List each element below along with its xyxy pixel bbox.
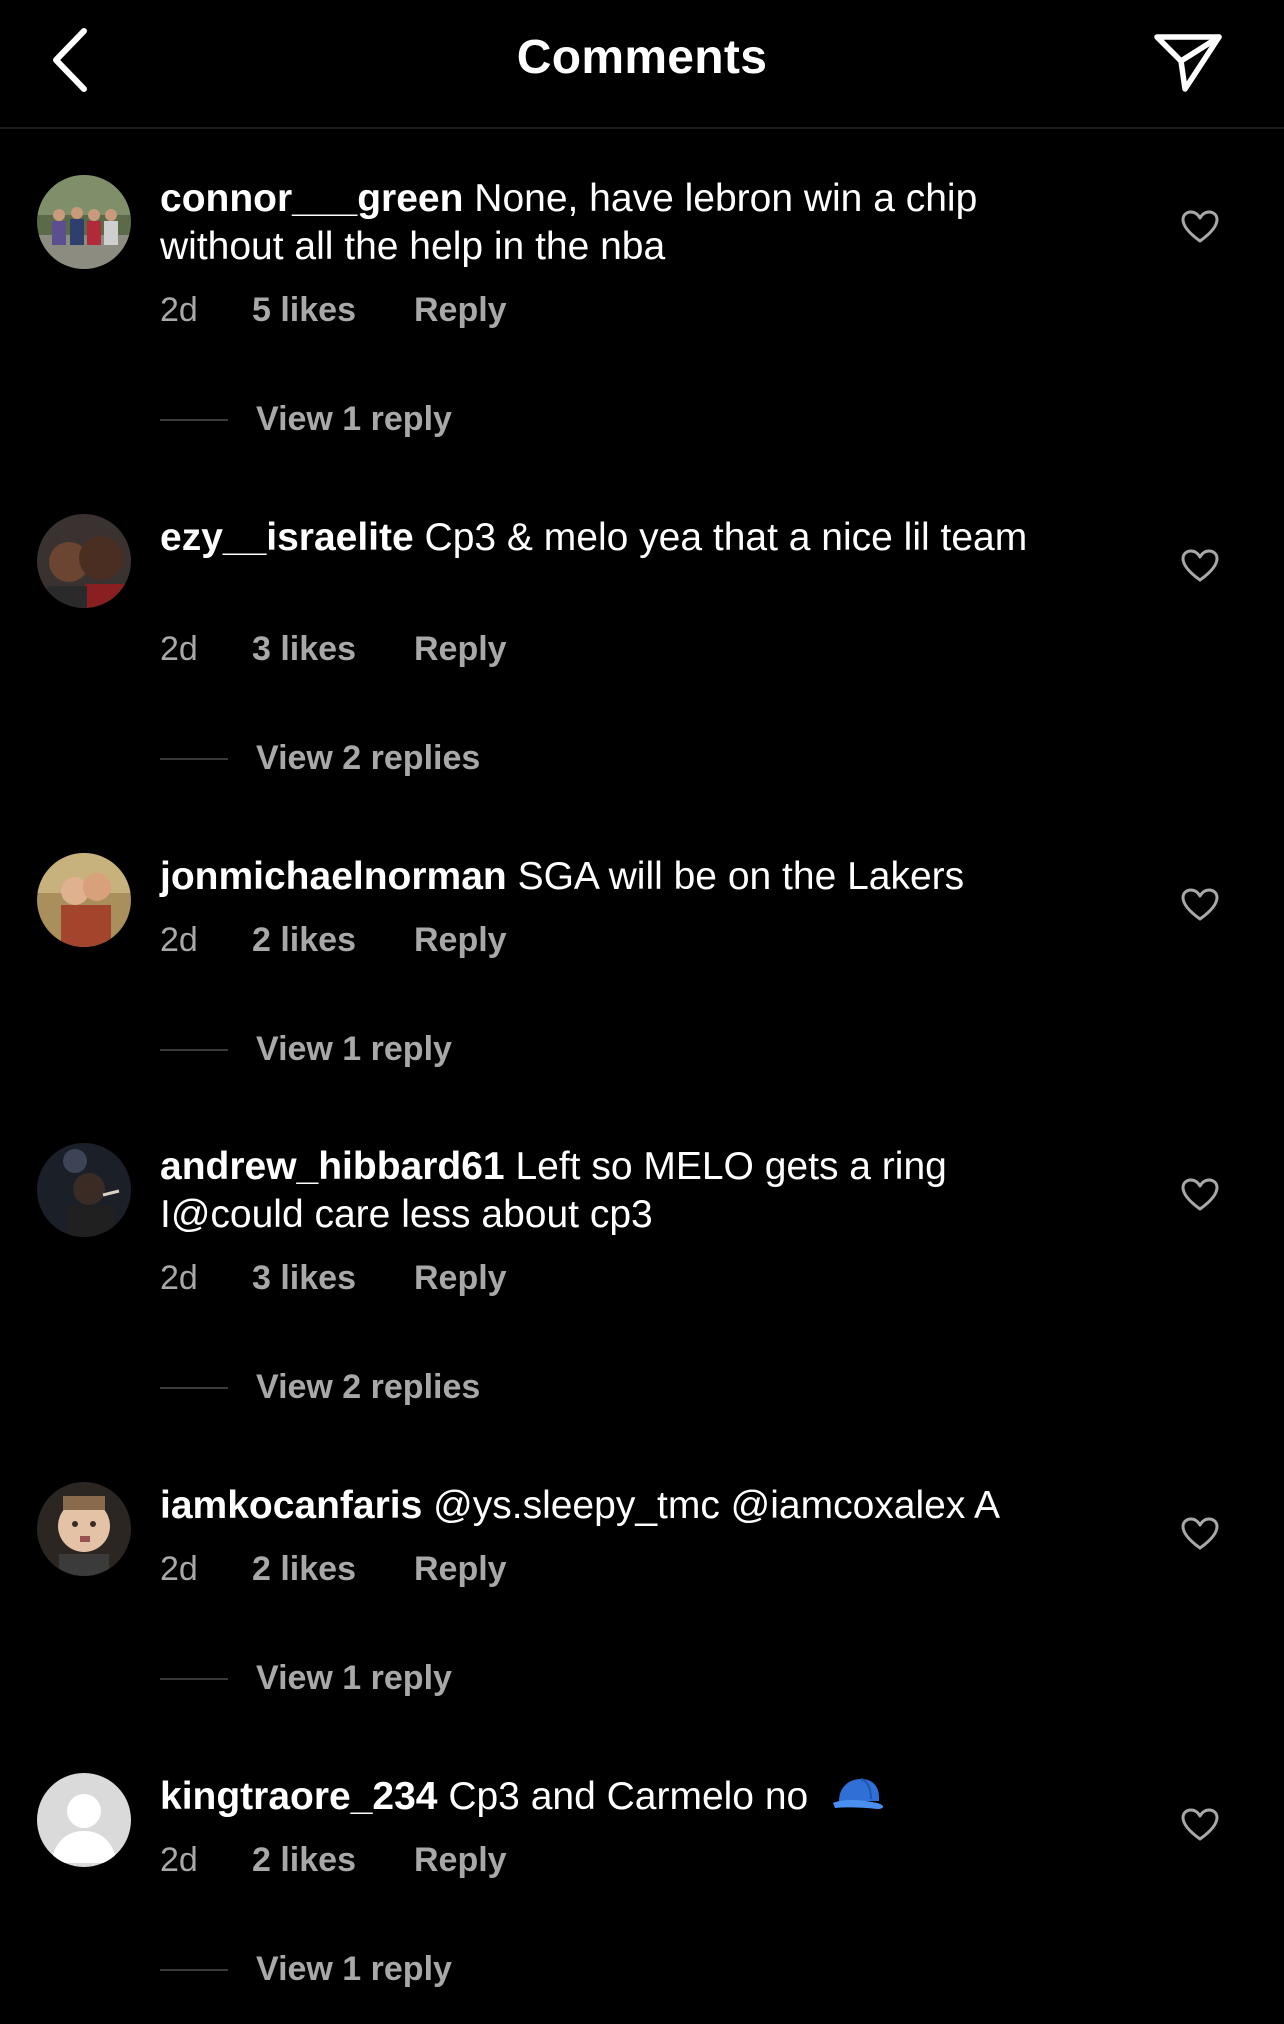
reply-button[interactable]: Reply [414, 630, 507, 669]
heart-icon [1181, 1178, 1219, 1217]
comment-content: SGA will be on the Lakers [517, 855, 965, 898]
comment-time: 2d [160, 1841, 198, 1879]
like-button[interactable] [1176, 885, 1224, 929]
heart-icon [1181, 1517, 1219, 1556]
comment-time: 2d [160, 1259, 198, 1297]
comment-meta: 2d 3 likes Reply [160, 630, 507, 669]
heart-icon [1181, 549, 1219, 588]
reply-button[interactable]: Reply [414, 1841, 507, 1880]
comment-meta: 2d 3 likes Reply [160, 1259, 507, 1298]
comment-content: Cp3 and Carmelo no [448, 1775, 809, 1818]
avatar[interactable] [37, 1482, 131, 1576]
header-bar: Comments [0, 0, 1284, 129]
comment-meta: 2d 2 likes Reply [160, 1550, 507, 1589]
like-button[interactable] [1176, 207, 1224, 251]
comment-text: connor___green None, have lebron win a c… [160, 175, 1090, 271]
view-replies-button[interactable]: View 1 reply [160, 1659, 452, 1698]
comment-time: 2d [160, 630, 198, 668]
comment-username[interactable]: ezy__israelite [160, 516, 414, 559]
comment-likes[interactable]: 3 likes [252, 630, 414, 669]
comment-likes[interactable]: 5 likes [252, 291, 414, 330]
avatar[interactable] [37, 1143, 131, 1237]
comment-likes[interactable]: 2 likes [252, 1841, 414, 1880]
comment-meta: 2d 5 likes Reply [160, 291, 507, 330]
like-button[interactable] [1176, 1805, 1224, 1849]
comment-time: 2d [160, 921, 198, 959]
comment-text: kingtraore_234 Cp3 and Carmelo no [160, 1773, 1090, 1823]
view-replies-label: View 1 reply [256, 1030, 452, 1068]
divider [160, 1968, 228, 1971]
blue-cap-emoji-icon [831, 1775, 887, 1823]
view-replies-label: View 2 replies [256, 739, 481, 777]
reply-button[interactable]: Reply [414, 1550, 507, 1589]
comment-likes[interactable]: 3 likes [252, 1259, 414, 1298]
avatar[interactable] [37, 853, 131, 947]
view-replies-label: View 1 reply [256, 1950, 452, 1988]
comment-time: 2d [160, 1550, 198, 1588]
reply-button[interactable]: Reply [414, 291, 507, 330]
like-button[interactable] [1176, 1514, 1224, 1558]
view-replies-button[interactable]: View 1 reply [160, 1950, 452, 1989]
reply-button[interactable]: Reply [414, 921, 507, 960]
comment-meta: 2d 2 likes Reply [160, 1841, 507, 1880]
page-title: Comments [516, 31, 768, 84]
view-replies-button[interactable]: View 2 replies [160, 1368, 480, 1407]
view-replies-label: View 1 reply [256, 400, 452, 438]
paper-plane-icon [1153, 31, 1223, 98]
divider [160, 1677, 228, 1680]
like-button[interactable] [1176, 546, 1224, 590]
comment-username[interactable]: kingtraore_234 [160, 1775, 437, 1818]
comment-text: iamkocanfaris @ys.sleepy_tmc @iamcoxalex… [160, 1482, 1090, 1530]
comment-username[interactable]: iamkocanfaris [160, 1484, 422, 1527]
avatar[interactable] [37, 514, 131, 608]
avatar[interactable] [37, 1773, 131, 1867]
view-replies-label: View 2 replies [256, 1368, 481, 1406]
heart-icon [1181, 210, 1219, 249]
divider [160, 1386, 228, 1389]
view-replies-label: View 1 reply [256, 1659, 452, 1697]
comment-text: jonmichaelnorman SGA will be on the Lake… [160, 853, 1090, 901]
heart-icon [1181, 1808, 1219, 1847]
divider [160, 1048, 228, 1051]
comment-content: @ys.sleepy_tmc @iamcoxalex A [433, 1484, 1001, 1527]
share-button[interactable] [1148, 28, 1228, 100]
comment-time: 2d [160, 291, 198, 329]
avatar[interactable] [37, 175, 131, 269]
reply-button[interactable]: Reply [414, 1259, 507, 1298]
comment-text: andrew_hibbard61 Left so MELO gets a rin… [160, 1143, 1090, 1239]
comment-likes[interactable]: 2 likes [252, 1550, 414, 1589]
comment-username[interactable]: andrew_hibbard61 [160, 1145, 505, 1188]
comment-meta: 2d 2 likes Reply [160, 921, 507, 960]
comment-username[interactable]: jonmichaelnorman [160, 855, 507, 898]
divider [160, 418, 228, 421]
view-replies-button[interactable]: View 1 reply [160, 1030, 452, 1069]
divider [160, 757, 228, 760]
like-button[interactable] [1176, 1175, 1224, 1219]
comment-likes[interactable]: 2 likes [252, 921, 414, 960]
comment-content: Cp3 & melo yea that a nice lil team [424, 516, 1028, 559]
comment-text: ezy__israelite Cp3 & melo yea that a nic… [160, 514, 1090, 562]
view-replies-button[interactable]: View 2 replies [160, 739, 480, 778]
view-replies-button[interactable]: View 1 reply [160, 400, 452, 439]
comment-username[interactable]: connor___green [160, 177, 463, 220]
heart-icon [1181, 888, 1219, 927]
